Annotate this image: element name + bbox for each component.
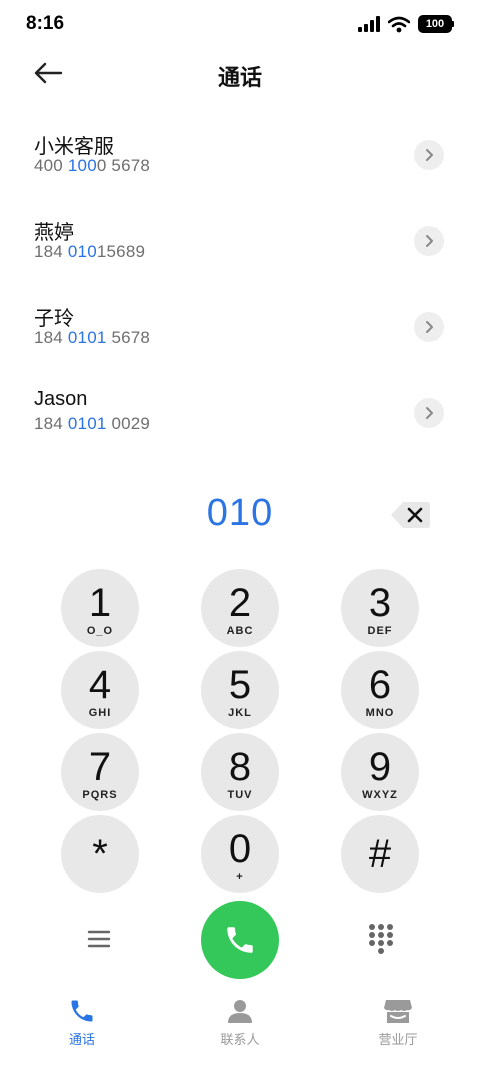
chevron-right-icon [426,321,433,333]
key-letters: TUV [227,789,253,801]
tab-label: 联系人 [220,1032,260,1047]
key-digit: 4 [88,663,112,707]
dialpad-toggle-button[interactable] [366,922,396,956]
key-2[interactable]: 2 ABC [201,569,279,647]
tab-calls[interactable]: 通话 [22,996,142,1052]
key-letters: ABC [226,625,254,637]
contact-number: 184 01015689 [34,242,480,262]
key-digit: 7 [88,745,112,789]
status-icons: 100 [358,15,454,33]
key-3[interactable]: 3 DEF [341,569,419,647]
key-letters: PQRS [82,789,118,801]
phone-icon [71,1000,93,1022]
tab-icon-wrap [338,996,458,1026]
key-letters: WXYZ [362,789,398,801]
number-part: 15689 [96,242,146,261]
key-letters: + [236,871,244,883]
key-0[interactable]: 0 + [201,815,279,893]
tab-contacts[interactable]: 联系人 [180,996,300,1052]
store-icon [384,1000,412,1023]
contact-item[interactable]: 子玲 184 0101 5678 [0,292,480,378]
key-8[interactable]: 8 TUV [201,733,279,811]
contact-detail-button[interactable] [414,140,444,170]
key-4[interactable]: 4 GHI [61,651,139,729]
menu-icon [87,930,111,948]
dialpad-icon [369,924,393,954]
wifi-icon [388,16,410,32]
key-letters: MNO [365,707,395,719]
key-5[interactable]: 5 JKL [201,651,279,729]
phone-icon [227,927,253,953]
contact-detail-button[interactable] [414,312,444,342]
key-9[interactable]: 9 WXYZ [341,733,419,811]
key-digit: 3 [368,581,392,625]
menu-button[interactable] [84,924,114,954]
status-time: 8:16 [26,13,65,34]
status-bar: 8:16 100 [0,0,480,50]
key-6[interactable]: 6 MNO [341,651,419,729]
contact-item[interactable]: 小米客服 400 1000 5678 [0,120,480,206]
number-part: 184 [34,414,68,433]
key-digit: 2 [228,581,252,625]
contact-number: 184 0101 0029 [34,414,480,434]
key-digit: 5 [228,663,252,707]
contact-detail-button[interactable] [414,398,444,428]
key-letters: DEF [367,625,393,637]
battery-level: 100 [425,18,445,30]
contact-name: 小米客服 [34,136,114,158]
contact-name: 燕婷 [34,222,74,244]
number-part: 400 [34,156,68,175]
number-part: 0 5678 [96,156,151,175]
number-part: 0029 [106,414,151,433]
key-digit: # [368,832,392,876]
action-row [0,900,480,980]
key-hash[interactable]: # [341,815,419,893]
number-match-highlight: 0101 [67,328,107,347]
key-7[interactable]: 7 PQRS [61,733,139,811]
contact-name: 子玲 [34,308,74,330]
battery-indicator: 100 [418,15,454,33]
key-digit: 0 [228,827,252,871]
number-match-highlight: 100 [67,156,97,175]
contact-item[interactable]: 燕婷 184 01015689 [0,206,480,292]
header: 通话 [0,50,480,96]
call-button[interactable] [201,901,279,979]
tab-label: 通话 [68,1032,95,1047]
number-part: 184 [34,242,68,261]
key-digit: 1 [88,581,112,625]
key-letters: JKL [228,707,252,719]
backspace-button[interactable] [390,500,432,530]
contact-list: 小米客服 400 1000 5678 燕婷 184 01015689 子玲 18… [0,120,480,464]
key-digit: * [92,832,108,876]
number-part: 5678 [106,328,151,347]
chevron-right-icon [426,407,433,419]
tab-icon-wrap [22,996,142,1026]
key-letters: GHI [88,707,112,719]
number-match-highlight: 0101 [67,414,107,433]
key-1[interactable]: 1 O_O [61,569,139,647]
contact-detail-button[interactable] [414,226,444,256]
person-icon [228,1000,252,1023]
contact-number: 400 1000 5678 [34,156,480,176]
tab-service-hall[interactable]: 营业厅 [338,996,458,1052]
chevron-right-icon [426,235,433,247]
number-part: 184 [34,328,68,347]
contact-name: Jason [34,388,88,410]
key-digit: 6 [368,663,392,707]
page-title: 通话 [217,65,262,90]
contact-number: 184 0101 5678 [34,328,480,348]
tab-icon-wrap [180,996,300,1026]
tab-label: 营业厅 [378,1032,418,1047]
chevron-right-icon [426,149,433,161]
contact-item[interactable]: Jason 184 0101 0029 [0,378,480,464]
bottom-tab-bar: 通话 联系人 营业厅 [0,996,480,1056]
key-digit: 8 [228,745,252,789]
backspace-icon [391,502,430,528]
number-match-highlight: 010 [67,242,97,261]
signal-icon [358,16,380,32]
key-digit: 9 [368,745,392,789]
key-star[interactable]: * [61,815,139,893]
key-letters: O_O [86,625,114,637]
